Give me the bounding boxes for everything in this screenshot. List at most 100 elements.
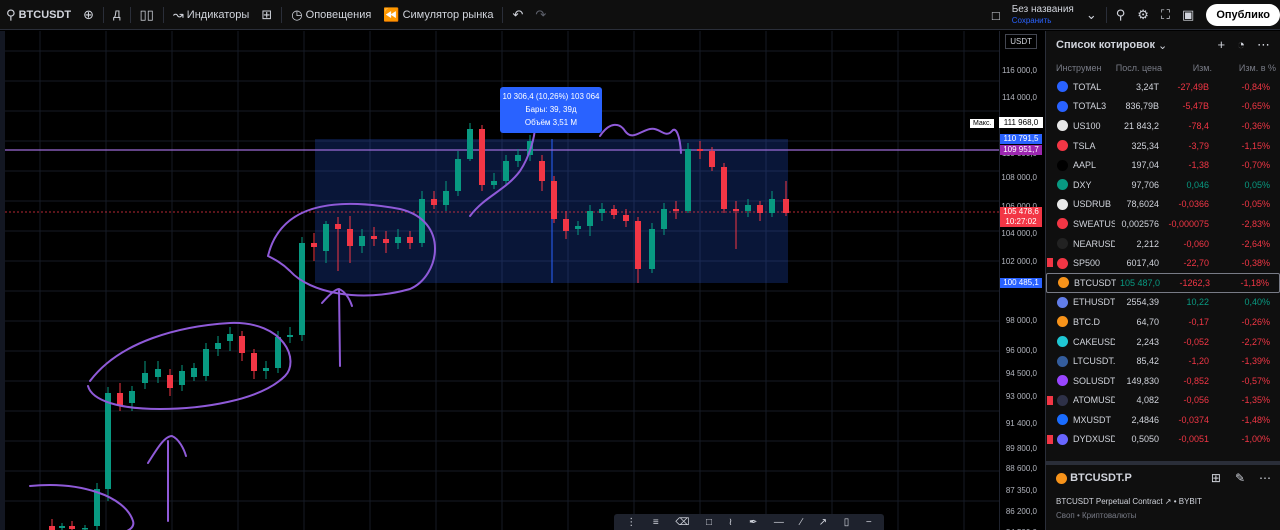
compare-button[interactable]: ⊕ bbox=[77, 0, 100, 30]
watchlist-row[interactable]: BTC.D 64,70 -0,17 -0,26% bbox=[1046, 312, 1280, 332]
snapshot-button[interactable]: ▣ bbox=[1176, 0, 1200, 30]
drag-handle-icon[interactable]: ⋮ bbox=[626, 517, 636, 528]
candle-body bbox=[275, 337, 281, 368]
edit-icon[interactable]: ✎ bbox=[1235, 471, 1245, 485]
upper-range-tag: 110 791,5 bbox=[1000, 134, 1042, 144]
settings-button[interactable]: ⚙ bbox=[1131, 0, 1155, 30]
watchlist-row[interactable]: US100 21 843,2 -78,4 -0,36% bbox=[1046, 116, 1280, 136]
search-icon: ⚲ bbox=[1115, 7, 1126, 22]
gear-icon: ⚙ bbox=[1137, 7, 1149, 22]
watchlist-row[interactable]: TSLA 325,34 -3,79 -1,15% bbox=[1046, 136, 1280, 156]
detail-header: BTCUSDT.P ⊞ ✎ ⋯ bbox=[1056, 471, 1271, 485]
trend-line-icon[interactable]: ∕ bbox=[801, 517, 803, 528]
price-label: 108 000,0 bbox=[1001, 173, 1037, 182]
redo-button[interactable]: ↷ bbox=[529, 0, 552, 30]
detail-symbol[interactable]: BTCUSDT.P bbox=[1070, 472, 1132, 484]
col-last[interactable]: Посл. цена bbox=[1114, 63, 1162, 73]
row-last: 149,830 bbox=[1126, 375, 1159, 386]
more-icon[interactable]: ⋯ bbox=[1259, 471, 1271, 485]
watchlist-row[interactable]: LTCUSDT.P 85,42 -1,20 -1,39% bbox=[1046, 351, 1280, 371]
alerts-button[interactable]: ◷ Оповещения bbox=[285, 0, 377, 30]
chart-pane[interactable]: 10 306,4 (10,26%) 103 064 Бары: 39, 39д … bbox=[0, 31, 1043, 530]
candle-body bbox=[82, 528, 88, 530]
row-last: 2,212 bbox=[1136, 238, 1159, 249]
watchlist-title[interactable]: Список котировок bbox=[1056, 39, 1155, 51]
publish-button[interactable]: Опублико bbox=[1206, 4, 1280, 26]
candle-body bbox=[129, 391, 135, 403]
symbol-logo-icon bbox=[1057, 257, 1068, 269]
watchlist-row[interactable]: DYDXUSDT 0,5050 -0,0051 -1,00% bbox=[1046, 430, 1280, 450]
bars-icon[interactable]: ▯ bbox=[844, 517, 850, 528]
undo-button[interactable]: ↶ bbox=[506, 0, 529, 30]
square-icon: □ bbox=[991, 7, 1000, 23]
watchlist-row[interactable]: SOLUSDT 149,830 -0,852 -0,57% bbox=[1046, 371, 1280, 391]
rectangle-icon[interactable]: □ bbox=[706, 517, 712, 528]
price-axis[interactable]: USDT 116 000,0114 000,0110 000,0108 000,… bbox=[999, 31, 1043, 530]
cursor-line-icon[interactable]: − bbox=[866, 517, 872, 528]
currency-button[interactable]: USDT bbox=[1005, 34, 1037, 49]
row-symbol: AAPL bbox=[1073, 160, 1097, 171]
brush-icon[interactable]: ✒ bbox=[749, 517, 757, 528]
more-icon[interactable]: ⋯ bbox=[1257, 37, 1270, 53]
chart-type-button[interactable]: ▯▯ bbox=[134, 0, 160, 30]
last-price-tag: 105 478,6 10:27:02 bbox=[1000, 207, 1042, 227]
row-change: -0,060 bbox=[1183, 238, 1209, 249]
watchlist-row[interactable]: USDRUB 78,6024 -0,0366 -0,05% bbox=[1046, 195, 1280, 215]
row-change: -0,000075 bbox=[1168, 218, 1209, 229]
flag-icon[interactable] bbox=[1047, 258, 1053, 268]
add-symbol-icon[interactable]: + bbox=[1218, 37, 1226, 53]
watchlist-row[interactable]: DXY 97,706 0,046 0,05% bbox=[1046, 175, 1280, 195]
external-link-icon[interactable]: ↗ bbox=[1165, 497, 1172, 506]
symbol-logo-icon bbox=[1057, 81, 1068, 93]
watchlist-row[interactable]: NEARUSDT 2,212 -0,060 -2,64% bbox=[1046, 234, 1280, 254]
pattern-icon[interactable]: ≀ bbox=[729, 517, 733, 528]
flag-icon[interactable] bbox=[1047, 434, 1053, 444]
watchlist-row[interactable]: SWEATUSD 0,002576 -0,000075 -2,83% bbox=[1046, 214, 1280, 234]
candle-body bbox=[431, 199, 437, 205]
interval-button[interactable]: Д bbox=[107, 0, 126, 30]
layout-menu-button[interactable]: ⌄ bbox=[1080, 0, 1103, 30]
saved-label: Сохранить bbox=[1011, 16, 1052, 25]
col-symbol[interactable]: Инструмен bbox=[1056, 63, 1114, 73]
watchlist-panel: Список котировок ⌄ + ◔ ⋯ Инструмен Посл.… bbox=[1045, 31, 1280, 530]
pie-chart-icon[interactable]: ◔ bbox=[1237, 37, 1245, 53]
candle-body bbox=[539, 161, 545, 181]
col-change-percent[interactable]: Изм. в % bbox=[1236, 63, 1280, 73]
indicators-button[interactable]: ↝ Индикаторы bbox=[167, 0, 256, 30]
layout-name-button[interactable]: Без названия Сохранить bbox=[1006, 4, 1080, 26]
symbol-search[interactable]: ⚲ BTCUSDT bbox=[0, 0, 77, 30]
ruler-icon[interactable]: ⌫ bbox=[675, 517, 689, 528]
chevron-down-icon[interactable]: ⌄ bbox=[1155, 39, 1167, 52]
row-change: -0,17 bbox=[1188, 316, 1209, 327]
watchlist-row[interactable]: AAPL 197,04 -1,38 -0,70% bbox=[1046, 155, 1280, 175]
watchlist-row[interactable]: MXUSDT 2,4846 -0,0374 -1,48% bbox=[1046, 410, 1280, 430]
watchlist-row[interactable]: SP500 6017,40 -22,70 -0,38% bbox=[1046, 253, 1280, 273]
row-symbol: TSLA bbox=[1073, 140, 1096, 151]
candle-body bbox=[167, 375, 173, 388]
indicators-icon: ↝ bbox=[172, 6, 184, 22]
grid-icon[interactable]: ⊞ bbox=[1211, 471, 1221, 485]
replay-button[interactable]: ⏪ Симулятор рынка bbox=[377, 0, 499, 30]
watchlist-row[interactable]: TOTAL3 836,79B -5,47B -0,65% bbox=[1046, 97, 1280, 117]
row-last: 85,42 bbox=[1136, 356, 1159, 367]
quick-search-button[interactable]: ⚲ bbox=[1110, 0, 1132, 30]
col-change[interactable]: Изм. bbox=[1162, 63, 1212, 73]
ray-icon[interactable]: ↗ bbox=[819, 517, 827, 528]
watchlist-row[interactable]: ETHUSDT 2554,39 10,22 0,40% bbox=[1046, 293, 1280, 313]
text-tool-icon[interactable]: ≡ bbox=[653, 517, 659, 528]
watchlist-row[interactable]: BTCUSDT.P105 487,0 -1262,3 -1,18% bbox=[1046, 272, 1280, 293]
candle-body bbox=[105, 393, 111, 489]
watchlist-row[interactable]: CAKEUSDT 2,243 -0,052 -2,27% bbox=[1046, 332, 1280, 352]
line-price-tag: 109 951,7 bbox=[1000, 145, 1042, 155]
row-last: 836,79B bbox=[1125, 101, 1159, 112]
flag-icon[interactable] bbox=[1047, 395, 1053, 405]
layout-checkbox[interactable]: □ bbox=[986, 0, 1006, 30]
price-label: 104 000,0 bbox=[1001, 229, 1037, 238]
row-symbol: DXY bbox=[1073, 179, 1092, 190]
watchlist-row[interactable]: ATOMUSDT 4,082 -0,056 -1,35% bbox=[1046, 391, 1280, 411]
row-change: 0,046 bbox=[1186, 179, 1209, 190]
fullscreen-button[interactable]: ⛶ bbox=[1155, 0, 1176, 30]
layouts-button[interactable]: ⊞ bbox=[255, 0, 278, 30]
horizontal-line-icon[interactable]: — bbox=[774, 517, 784, 528]
watchlist-row[interactable]: TOTAL 3,24T -27,49B -0,84% bbox=[1046, 77, 1280, 97]
